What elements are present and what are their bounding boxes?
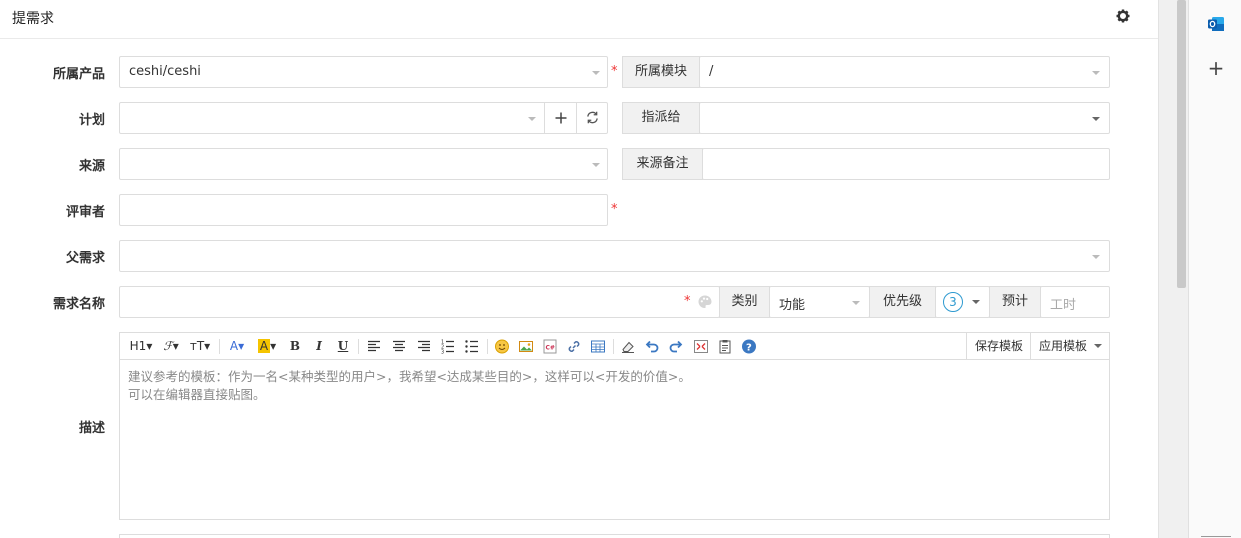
toolbar-divider — [358, 339, 359, 354]
chevron-down-icon — [592, 163, 600, 167]
toolbar-divider — [487, 339, 488, 354]
chevron-down-icon — [1092, 71, 1100, 75]
apply-template-button[interactable]: 应用模板 — [1030, 333, 1109, 359]
save-template-button[interactable]: 保存模板 — [966, 333, 1031, 359]
eraser-icon[interactable] — [620, 338, 636, 355]
image-icon[interactable] — [518, 338, 534, 355]
gear-icon[interactable] — [1115, 8, 1131, 24]
plus-icon — [555, 112, 566, 124]
module-select[interactable]: / — [699, 56, 1110, 88]
bold-button[interactable]: B — [288, 338, 302, 355]
fullscreen-icon[interactable] — [693, 338, 709, 355]
category-value: 功能 — [779, 298, 806, 313]
redo-icon[interactable] — [668, 338, 684, 355]
parent-label: 父需求 — [65, 251, 105, 266]
font-family-button[interactable]: ℱ▾ — [160, 338, 182, 355]
next-field-edge — [119, 534, 1110, 538]
page-title: 提需求 — [12, 11, 54, 27]
font-color-button[interactable]: A▾ — [226, 338, 248, 355]
underline-button[interactable]: U — [336, 338, 350, 355]
bottom-divider — [1201, 536, 1231, 537]
source-note-label: 来源备注 — [622, 148, 703, 180]
svg-text:3: 3 — [441, 350, 444, 356]
placeholder-line: 可以在编辑器直接贴图。 — [128, 387, 266, 402]
editor-placeholder: 建议参考的模板：作为一名<某种类型的用户>，我希望<达成某些目的>，这样可以<开… — [128, 368, 691, 404]
required-mark: * — [684, 294, 691, 309]
plan-select[interactable] — [119, 102, 608, 134]
highlight-button[interactable]: A ▾ — [254, 338, 280, 355]
refresh-plan-button[interactable] — [576, 103, 608, 133]
category-select[interactable]: 功能 — [769, 286, 870, 318]
priority-select[interactable]: 3 — [935, 286, 990, 318]
emoji-icon[interactable] — [494, 338, 510, 355]
refresh-icon — [587, 111, 598, 124]
priority-label: 优先级 — [869, 286, 936, 318]
link-icon[interactable] — [566, 338, 582, 355]
reviewer-label: 评审者 — [65, 205, 105, 220]
scroll-thumb[interactable] — [1177, 0, 1186, 288]
category-label: 类别 — [719, 286, 770, 318]
ordered-list-icon[interactable]: 123 — [440, 338, 456, 355]
plan-label: 计划 — [78, 113, 105, 128]
svg-text:?: ? — [746, 343, 752, 354]
unordered-list-icon[interactable] — [464, 338, 480, 355]
required-mark: * — [611, 64, 618, 79]
assigned-label: 指派给 — [622, 102, 700, 134]
required-mark: * — [611, 202, 618, 217]
chevron-down-icon — [852, 301, 860, 305]
help-icon[interactable]: ? — [741, 338, 757, 355]
apply-template-label: 应用模板 — [1039, 339, 1088, 353]
chevron-down-icon — [528, 117, 536, 121]
product-label: 所属产品 — [52, 67, 105, 82]
heading-label: H1 — [129, 339, 147, 353]
add-icon[interactable]: + — [1207, 58, 1225, 78]
chevron-down-icon — [1094, 344, 1102, 348]
product-select[interactable]: ceshi/ceshi — [119, 56, 608, 88]
reviewer-input[interactable] — [119, 194, 608, 226]
table-icon[interactable] — [590, 338, 606, 355]
code-icon[interactable]: C# — [542, 338, 558, 355]
estimate-placeholder: 工时 — [1050, 298, 1077, 313]
toolbar-divider — [613, 339, 614, 354]
palette-icon[interactable] — [697, 294, 713, 310]
estimate-label: 预计 — [989, 286, 1041, 318]
toolbar-divider — [219, 339, 220, 354]
source-label: 来源 — [78, 159, 105, 174]
italic-button[interactable]: I — [312, 338, 326, 355]
desc-label: 描述 — [78, 421, 105, 436]
module-value: / — [709, 64, 714, 79]
estimate-input[interactable]: 工时 — [1040, 286, 1110, 318]
chevron-down-icon — [972, 300, 980, 304]
align-left-icon[interactable] — [366, 338, 382, 355]
right-sidebar: + — [1188, 0, 1241, 538]
page-header: 提需求 — [0, 0, 1158, 39]
heading-button[interactable]: H1▾ — [128, 338, 154, 355]
main-panel: 提需求 所属产品 ceshi/ceshi * 所属模块 / 计划 指派给 来源 … — [0, 0, 1158, 538]
name-label: 需求名称 — [52, 297, 105, 312]
undo-icon[interactable] — [644, 338, 660, 355]
add-plan-button[interactable] — [544, 103, 576, 133]
chevron-down-icon — [592, 71, 600, 75]
chevron-down-icon — [1092, 255, 1100, 259]
svg-text:C#: C# — [546, 345, 555, 352]
source-note-input[interactable] — [702, 148, 1110, 180]
align-right-icon[interactable] — [416, 338, 432, 355]
source-select[interactable] — [119, 148, 608, 180]
chevron-down-icon — [1092, 117, 1100, 121]
align-center-icon[interactable] — [391, 338, 407, 355]
name-input[interactable]: * — [119, 286, 720, 318]
product-value: ceshi/ceshi — [129, 64, 201, 79]
placeholder-line: 建议参考的模板：作为一名<某种类型的用户>，我希望<达成某些目的>，这样可以<开… — [128, 369, 691, 384]
priority-badge: 3 — [943, 292, 963, 312]
outlook-icon[interactable] — [1207, 15, 1225, 33]
parent-select[interactable] — [119, 240, 1110, 272]
editor-toolbar: H1▾ ℱ▾ ᴛT▾ A▾ A ▾ B I U 123 C# ? 保存模板 应用… — [120, 333, 1109, 360]
module-label: 所属模块 — [622, 56, 700, 88]
paste-icon[interactable] — [717, 338, 733, 355]
assigned-select[interactable] — [699, 102, 1110, 134]
description-editor[interactable]: H1▾ ℱ▾ ᴛT▾ A▾ A ▾ B I U 123 C# ? 保存模板 应用… — [119, 332, 1110, 520]
font-size-button[interactable]: ᴛT▾ — [188, 338, 212, 355]
